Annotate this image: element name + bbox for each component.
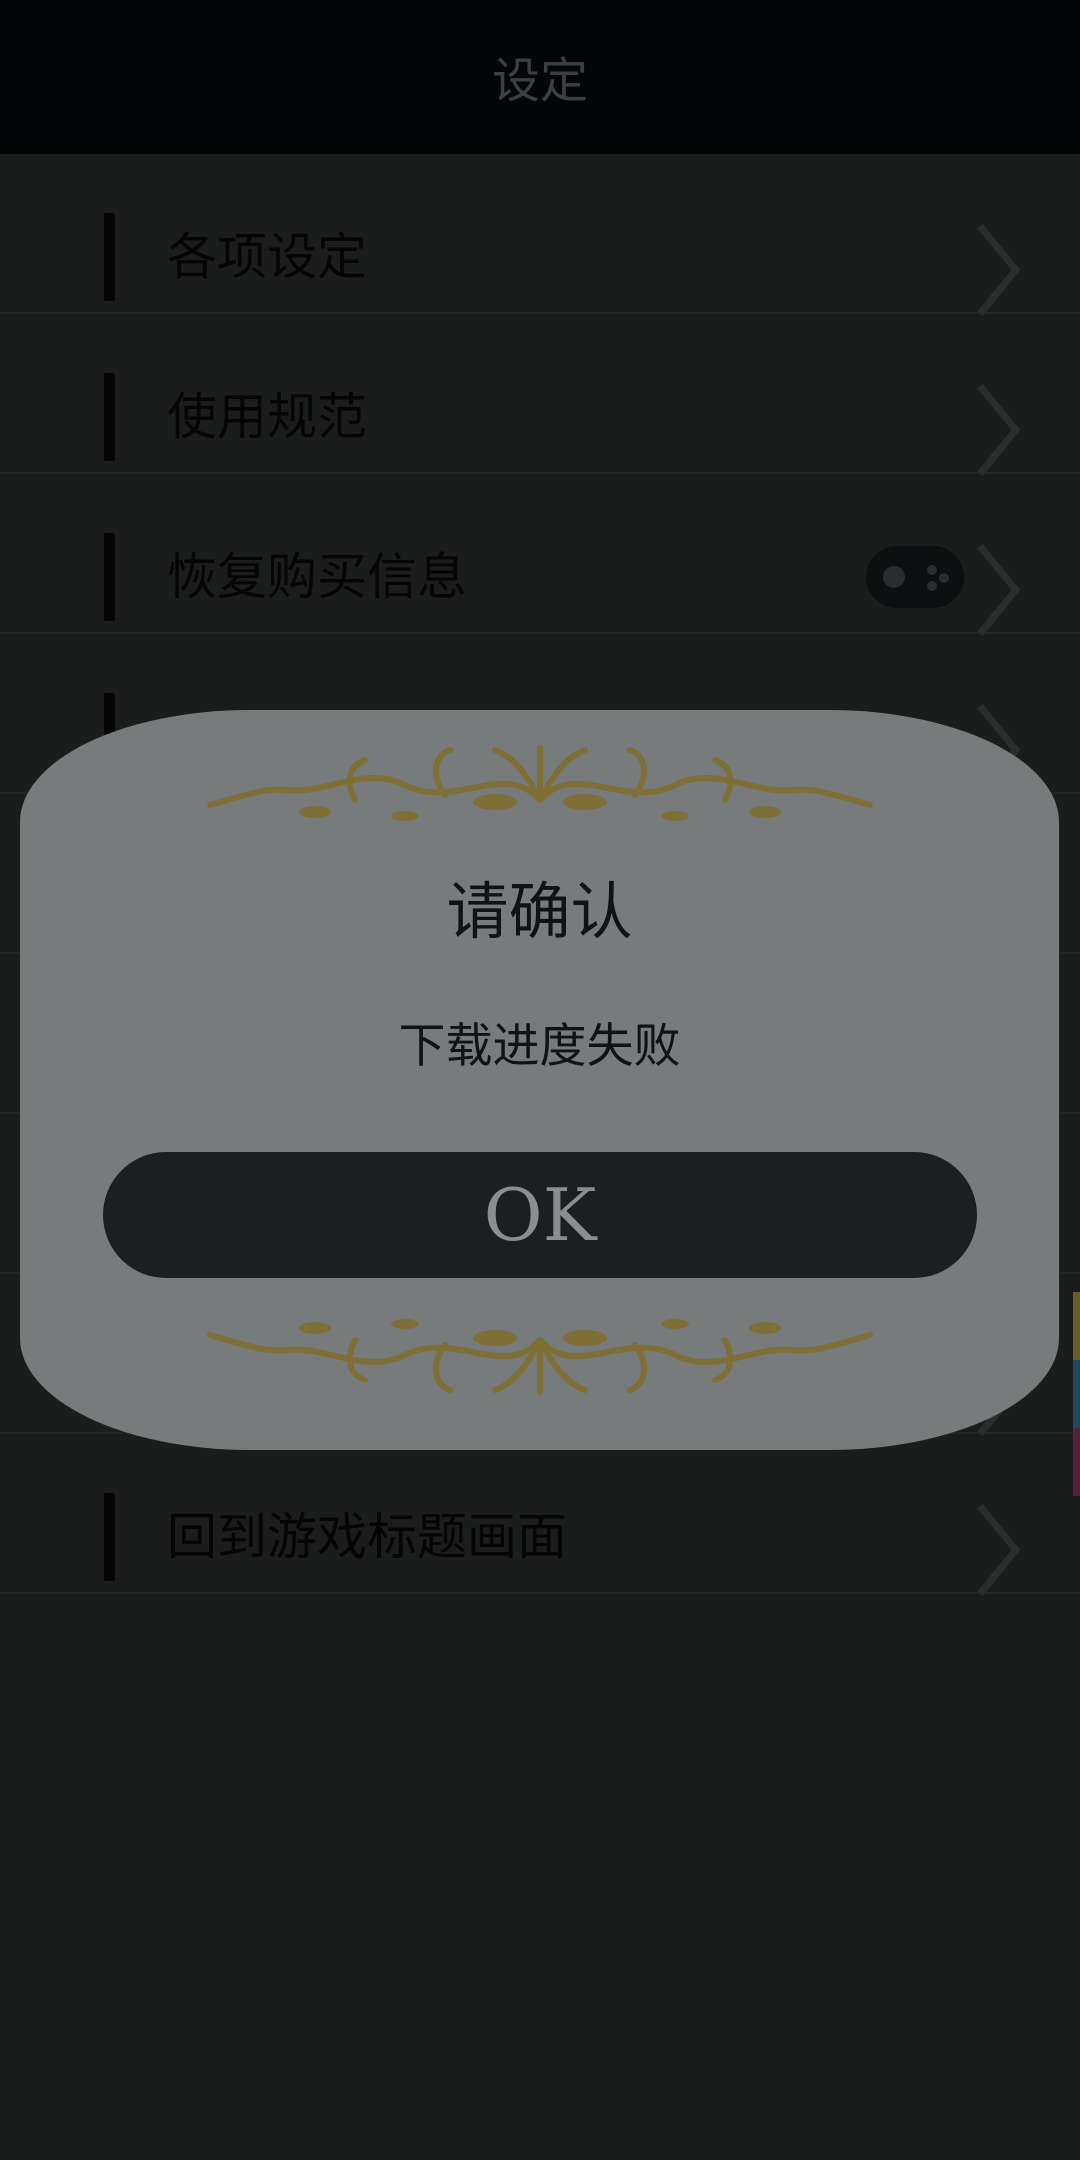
edge-tab-pink[interactable]	[1073, 1428, 1080, 1496]
settings-item-label: 回到游戏标题画面	[167, 1508, 567, 1566]
settings-item-terms[interactable]: 使用规范	[0, 314, 1080, 477]
chevron-right-icon	[977, 383, 1021, 477]
chevron-right-icon	[977, 1503, 1021, 1597]
settings-item-return-title[interactable]: 回到游戏标题画面	[0, 1434, 1080, 1597]
edge-tab-blue[interactable]	[1073, 1360, 1080, 1428]
confirm-dialog: 请确认 下载进度失败 OK	[20, 710, 1059, 1450]
settings-item-label: 恢复购买信息	[167, 548, 467, 606]
page-title: 设定	[491, 53, 588, 109]
accent-bar	[104, 533, 115, 621]
settings-item-label: 各项设定	[167, 228, 367, 286]
edge-tab-gold[interactable]	[1073, 1292, 1080, 1360]
accent-bar	[104, 213, 115, 301]
accent-bar	[104, 373, 115, 461]
ornament-top-icon	[207, 745, 873, 821]
accent-bar	[104, 1493, 115, 1581]
settings-item-general[interactable]: 各项设定	[0, 154, 1080, 317]
gamepad-icon	[866, 546, 964, 608]
ornament-bottom-icon	[207, 1319, 873, 1395]
dialog-title: 请确认	[446, 875, 633, 948]
chevron-right-icon	[977, 543, 1021, 637]
chevron-right-icon	[977, 223, 1021, 317]
settings-item-label: 使用规范	[167, 388, 367, 446]
dialog-message: 下载进度失败	[398, 1019, 681, 1074]
ok-button[interactable]: OK	[103, 1152, 977, 1278]
app-header: 设定	[0, 0, 1080, 154]
